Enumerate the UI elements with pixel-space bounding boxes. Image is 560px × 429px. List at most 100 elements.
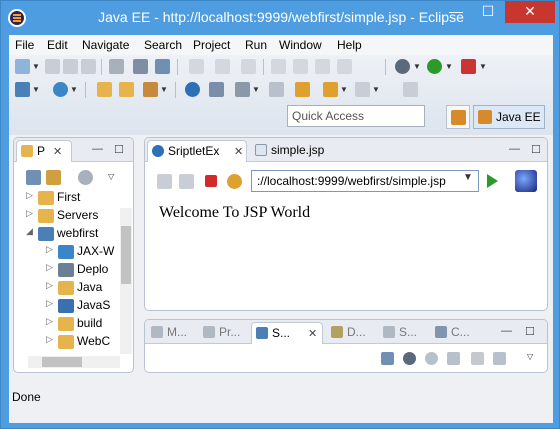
disconnect-icon[interactable] <box>337 59 352 74</box>
stop-server-icon[interactable] <box>471 352 484 365</box>
print-icon[interactable] <box>81 59 96 74</box>
tab-properties[interactable]: Pr... <box>199 322 247 344</box>
debug-dropdown-icon[interactable]: ▼ <box>413 62 421 71</box>
skip-breakpoints-icon[interactable] <box>109 59 124 74</box>
tab-snippets[interactable]: S... <box>379 322 425 344</box>
expand-icon[interactable]: ▷ <box>46 334 56 345</box>
collapse-all-icon[interactable] <box>26 170 41 185</box>
minimize-view-icon[interactable]: — <box>501 325 512 337</box>
menu-window[interactable]: Window <box>279 38 322 52</box>
globe-icon[interactable] <box>185 82 200 97</box>
new-icon[interactable] <box>15 59 30 74</box>
menu-edit[interactable]: Edit <box>47 38 68 52</box>
title-bar[interactable]: Java EE - http://localhost:9999/webfirst… <box>1 1 560 35</box>
minimize-button[interactable]: — <box>441 1 471 23</box>
step-over-icon[interactable] <box>215 59 230 74</box>
web-service-explorer-icon[interactable] <box>53 82 68 97</box>
scrollbar-thumb[interactable] <box>42 357 82 367</box>
filter-icon[interactable] <box>78 170 93 185</box>
forward-dropdown-icon[interactable]: ▼ <box>372 85 380 94</box>
minimize-view-icon[interactable]: — <box>509 143 520 155</box>
back-icon[interactable] <box>157 174 172 189</box>
forward-icon[interactable] <box>179 174 194 189</box>
maximize-button[interactable]: ☐ <box>473 1 503 23</box>
publish-icon[interactable] <box>493 352 506 365</box>
view-menu-icon[interactable]: ▽ <box>108 172 114 181</box>
external-tools-dropdown-icon[interactable]: ▼ <box>479 62 487 71</box>
back-dropdown-icon[interactable]: ▼ <box>340 85 348 94</box>
start-server-icon[interactable] <box>425 352 438 365</box>
refresh-icon[interactable] <box>227 174 242 189</box>
new-server-icon[interactable] <box>15 82 30 97</box>
tab-data-source[interactable]: D... <box>327 322 375 344</box>
tab-simple-jsp[interactable]: simple.jsp <box>251 140 347 162</box>
close-button[interactable]: ✕ <box>505 1 555 23</box>
annotation-dropdown-icon[interactable]: ▼ <box>252 85 260 94</box>
profile-server-icon[interactable] <box>447 352 460 365</box>
expand-icon[interactable]: ▷ <box>46 280 56 291</box>
tab-project-explorer[interactable]: P ✕ <box>16 140 72 162</box>
maximize-view-icon[interactable]: ☐ <box>531 143 541 156</box>
debug-server-icon[interactable] <box>403 352 416 365</box>
previous-annotation-icon[interactable] <box>295 82 310 97</box>
open-perspective-button[interactable] <box>446 105 470 129</box>
view-menu-icon[interactable]: ▽ <box>527 352 533 361</box>
url-history-dropdown-icon[interactable]: ▼ <box>463 172 473 183</box>
menu-navigate[interactable]: Navigate <box>82 38 129 52</box>
close-icon[interactable]: ✕ <box>308 324 317 344</box>
stop-icon[interactable] <box>205 175 217 187</box>
go-button[interactable] <box>487 174 498 188</box>
menu-help[interactable]: Help <box>337 38 362 52</box>
scrollbar-thumb[interactable] <box>121 226 131 284</box>
annotation-icon[interactable] <box>235 82 250 97</box>
web-service-dropdown-icon[interactable]: ▼ <box>70 85 78 94</box>
collapse-all-icon[interactable] <box>381 352 394 365</box>
menu-project[interactable]: Project <box>193 38 230 52</box>
expand-icon[interactable]: ▷ <box>46 316 56 327</box>
external-tools-icon[interactable] <box>461 59 476 74</box>
vertical-scrollbar[interactable] <box>120 208 132 354</box>
expand-icon[interactable]: ▷ <box>46 262 56 273</box>
search-tool-icon[interactable] <box>209 82 224 97</box>
menu-search[interactable]: Search <box>144 38 182 52</box>
suspend-icon[interactable] <box>293 59 308 74</box>
debug-icon[interactable] <box>395 59 410 74</box>
server-dropdown-icon[interactable]: ▼ <box>32 85 40 94</box>
step-return-icon[interactable] <box>241 59 256 74</box>
run-dropdown-icon[interactable]: ▼ <box>445 62 453 71</box>
menu-file[interactable]: File <box>15 38 34 52</box>
edit-icon[interactable] <box>143 82 158 97</box>
tab-servers[interactable]: S... ✕ <box>251 322 323 344</box>
open-type-icon[interactable] <box>119 82 134 97</box>
expand-icon[interactable]: ▷ <box>46 298 56 309</box>
edit-dropdown-icon[interactable]: ▼ <box>160 85 168 94</box>
minimize-view-icon[interactable]: — <box>92 143 103 155</box>
collapse-icon[interactable]: ◢ <box>26 226 36 237</box>
horizontal-scrollbar[interactable] <box>28 356 120 368</box>
forward-icon[interactable] <box>355 82 370 97</box>
perspective-java-ee-button[interactable]: Java EE <box>473 105 545 129</box>
expand-icon[interactable]: ▷ <box>26 208 36 219</box>
maximize-view-icon[interactable]: ☐ <box>525 325 535 338</box>
web-service-icon[interactable] <box>155 59 170 74</box>
menu-run[interactable]: Run <box>245 38 267 52</box>
tab-sriptletex[interactable]: SriptletEx ✕ <box>147 140 247 162</box>
open-folder-icon[interactable] <box>97 82 112 97</box>
save-all-icon[interactable] <box>63 59 78 74</box>
save-icon[interactable] <box>45 59 60 74</box>
pin-editor-icon[interactable] <box>403 82 418 97</box>
terminate-icon[interactable] <box>315 59 330 74</box>
next-annotation-icon[interactable] <box>269 82 284 97</box>
expand-icon[interactable]: ▷ <box>46 244 56 255</box>
tab-markers[interactable]: M... <box>147 322 191 344</box>
link-editor-icon[interactable] <box>46 170 61 185</box>
resume-icon[interactable] <box>271 59 286 74</box>
run-icon[interactable] <box>427 59 442 74</box>
step-into-icon[interactable] <box>189 59 204 74</box>
quick-access-input[interactable]: Quick Access <box>287 105 425 127</box>
url-input[interactable]: ://localhost:9999/webfirst/simple.jsp <box>251 170 479 192</box>
new-dropdown-icon[interactable]: ▼ <box>32 62 40 71</box>
close-icon[interactable]: ✕ <box>234 142 243 162</box>
tab-console[interactable]: C... <box>431 322 479 344</box>
back-icon[interactable] <box>323 82 338 97</box>
